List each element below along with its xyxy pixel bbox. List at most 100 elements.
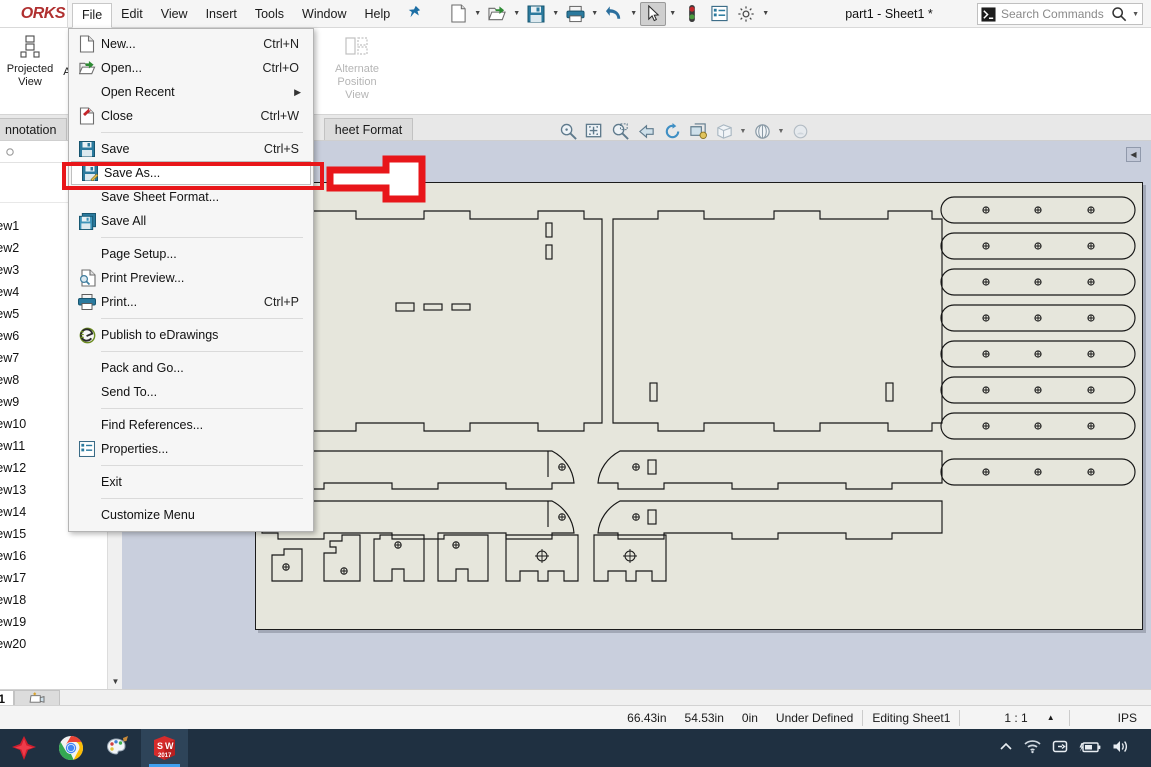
volume-icon[interactable] <box>1112 739 1129 757</box>
section-view-icon[interactable] <box>686 120 710 142</box>
menu-item-pack-and-go[interactable]: Pack and Go... <box>69 356 313 380</box>
save-icon[interactable] <box>523 2 549 26</box>
solidworks-2017-icon[interactable]: S W 2017 <box>141 729 188 767</box>
windows-taskbar: S W 2017 <box>0 729 1151 767</box>
ribbon-alternate-position-view[interactable]: Alternate Position View <box>326 28 388 102</box>
sheet-tab-bar: eet1 <box>0 689 1151 706</box>
menu-item-save-sheet-format[interactable]: Save Sheet Format... <box>69 185 313 209</box>
tree-item-drawing-view-16[interactable]: ng View16 <box>0 545 121 567</box>
view-orientation-icon[interactable] <box>712 120 736 142</box>
select-cursor-icon[interactable] <box>640 1 667 26</box>
previous-view-icon[interactable] <box>634 120 658 142</box>
menu-item-close[interactable]: Close Ctrl+W <box>69 104 313 128</box>
tab-annotation[interactable]: nnotation <box>0 118 68 140</box>
menu-item-open-recent-label: Open Recent <box>101 85 175 99</box>
tree-item-drawing-view-17[interactable]: ng View17 <box>0 567 121 589</box>
status-bar: 66.43in 54.53in 0in Under Defined Editin… <box>0 705 1151 729</box>
onedrive-icon[interactable] <box>1052 739 1068 757</box>
print-caret-icon[interactable]: ▼ <box>589 10 600 17</box>
menu-item-save[interactable]: Save Ctrl+S <box>69 137 313 161</box>
undo-caret-icon[interactable]: ▼ <box>628 10 639 17</box>
tab-sheet-format[interactable]: heet Format <box>323 118 414 140</box>
status-units[interactable]: IPS <box>1070 711 1151 725</box>
start-red-icon[interactable] <box>0 729 47 767</box>
zoom-to-fit-icon[interactable] <box>556 120 580 142</box>
menu-separator-4 <box>101 351 303 352</box>
menu-view[interactable]: View <box>152 3 197 25</box>
menu-item-print[interactable]: Print... Ctrl+P <box>69 290 313 314</box>
menu-file[interactable]: File <box>72 2 113 28</box>
select-cursor-caret-icon[interactable]: ▼ <box>667 10 678 17</box>
alternate-position-view-icon <box>344 34 370 60</box>
status-scale-caret-icon[interactable]: ▲ <box>1037 713 1069 722</box>
tree-item-drawing-view-20[interactable]: ng View20 <box>0 633 121 655</box>
search-caret-icon[interactable]: ▼ <box>1132 11 1139 18</box>
apply-scene-icon[interactable] <box>788 120 812 142</box>
sheet-tab-sheet1[interactable]: eet1 <box>0 690 15 706</box>
menu-item-save-all[interactable]: Save All <box>69 209 313 233</box>
menu-item-print-label: Print... <box>101 295 138 309</box>
menu-item-publish-edrawings[interactable]: Publish to eDrawings <box>69 323 313 347</box>
menu-item-open[interactable]: Open... Ctrl+O <box>69 56 313 80</box>
rebuild-status-icon[interactable] <box>679 2 705 26</box>
paint-icon[interactable] <box>94 729 141 767</box>
edrawings-icon <box>73 327 101 344</box>
menu-help[interactable]: Help <box>356 3 400 25</box>
open-document-caret-icon[interactable]: ▼ <box>511 10 522 17</box>
menu-item-print-preview[interactable]: Print Preview... <box>69 266 313 290</box>
options-caret-icon[interactable]: ▼ <box>760 10 771 17</box>
new-document-caret-icon[interactable]: ▼ <box>472 10 483 17</box>
file-properties-icon[interactable] <box>706 2 732 26</box>
tree-scroll-down-icon[interactable]: ▼ <box>108 674 123 689</box>
menu-item-open-recent[interactable]: Open Recent ▶ <box>69 80 313 104</box>
print-icon[interactable] <box>562 2 588 26</box>
file-menu-dropdown[interactable]: New... Ctrl+N Open... Ctrl+O Open Recent… <box>68 28 314 532</box>
rotate-view-icon[interactable] <box>660 120 684 142</box>
search-icon[interactable] <box>1111 6 1127 22</box>
collapse-panel-icon[interactable]: ◀ <box>1126 147 1141 162</box>
svg-text:2017: 2017 <box>158 753 172 759</box>
main-menu: File Edit View Insert Tools Window Help <box>72 0 421 28</box>
menu-item-send-to[interactable]: Send To... <box>69 380 313 404</box>
menu-item-find-references[interactable]: Find References... <box>69 413 313 437</box>
options-gear-icon[interactable] <box>733 2 759 26</box>
menu-item-exit[interactable]: Exit <box>69 470 313 494</box>
svg-text:W: W <box>165 741 174 751</box>
menu-tools[interactable]: Tools <box>246 3 293 25</box>
search-commands-box[interactable]: Search Commands ▼ <box>977 3 1143 25</box>
add-sheet-icon[interactable] <box>14 690 61 706</box>
zoom-in-out-icon[interactable] <box>608 120 632 142</box>
menu-edit[interactable]: Edit <box>112 3 152 25</box>
show-hidden-icons-icon[interactable] <box>999 740 1013 757</box>
display-style-caret-icon[interactable]: ▼ <box>776 128 786 135</box>
zoom-to-area-icon[interactable] <box>582 120 606 142</box>
undo-icon[interactable] <box>601 2 627 26</box>
open-document-icon[interactable] <box>484 2 510 26</box>
view-orientation-caret-icon[interactable]: ▼ <box>738 128 748 135</box>
search-input[interactable]: Search Commands <box>1001 7 1106 21</box>
menu-item-page-setup[interactable]: Page Setup... <box>69 242 313 266</box>
status-y-coordinate: 54.53in <box>684 710 724 725</box>
ribbon-projected-view[interactable]: Projected View <box>2 28 58 89</box>
menu-item-customize-menu[interactable]: Customize Menu <box>69 503 313 527</box>
menu-item-save-as[interactable]: Save As... <box>71 161 311 185</box>
battery-charging-icon[interactable] <box>1079 740 1101 757</box>
properties-icon <box>73 441 101 457</box>
chrome-icon[interactable] <box>47 729 94 767</box>
view-heads-up-toolbar: ▼ ▼ <box>556 119 812 143</box>
save-all-icon <box>73 212 101 230</box>
new-document-icon[interactable] <box>445 2 471 26</box>
drawing-sheet[interactable] <box>253 182 1143 630</box>
pin-icon[interactable] <box>407 5 421 22</box>
menu-item-properties[interactable]: Properties... <box>69 437 313 461</box>
save-caret-icon[interactable]: ▼ <box>550 10 561 17</box>
sheet-node-icon <box>6 147 14 156</box>
menu-insert[interactable]: Insert <box>197 3 246 25</box>
status-sheet-scale[interactable]: 1 : 1 <box>960 711 1036 725</box>
tree-item-drawing-view-19[interactable]: ng View19 <box>0 611 121 633</box>
menu-item-new[interactable]: New... Ctrl+N <box>69 32 313 56</box>
menu-window[interactable]: Window <box>293 3 355 25</box>
display-style-icon[interactable] <box>750 120 774 142</box>
wifi-icon[interactable] <box>1024 739 1041 757</box>
tree-item-drawing-view-18[interactable]: ng View18 <box>0 589 121 611</box>
